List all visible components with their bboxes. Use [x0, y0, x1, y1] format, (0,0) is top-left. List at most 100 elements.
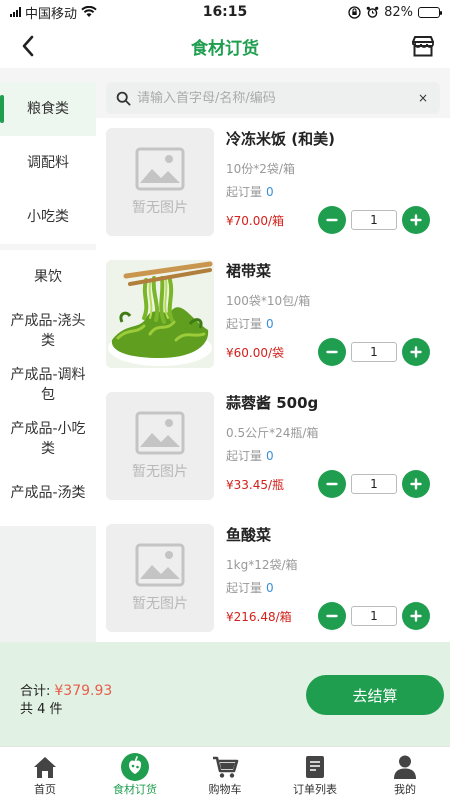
tab-cart[interactable]: 购物车 [180, 747, 270, 800]
search-bar: × [106, 82, 440, 114]
product-item: 裙带菜 100袋*10包/箱 起订量 0 ¥60.00/袋 1 [96, 252, 450, 384]
increase-button[interactable] [402, 206, 430, 234]
moq-value: 0 [266, 449, 274, 463]
quantity-input[interactable]: 1 [351, 342, 397, 362]
chevron-left-icon [22, 35, 34, 57]
category-item-finished-snacks[interactable]: 产成品-小吃类 [0, 412, 96, 466]
clear-search-button[interactable]: × [416, 91, 430, 105]
increase-button[interactable] [402, 602, 430, 630]
quantity-input[interactable]: 1 [351, 474, 397, 494]
checkout-button[interactable]: 去结算 [306, 675, 444, 715]
moq-value: 0 [266, 581, 274, 595]
carrier-name: 中国移动 [25, 6, 78, 22]
store-button[interactable] [408, 32, 438, 60]
home-icon [34, 757, 56, 778]
product-moq: 起订量 0 [226, 579, 274, 596]
moq-label: 起订量 [226, 449, 263, 463]
page-title: 食材订货 [191, 38, 259, 59]
tab-profile[interactable]: 我的 [360, 747, 450, 800]
moq-label: 起订量 [226, 581, 263, 595]
moq-label: 起订量 [226, 185, 263, 199]
user-icon [394, 755, 416, 779]
status-right: 82% [280, 4, 442, 20]
total-label: 合计: [20, 684, 51, 699]
order-total: 合计: ¥379.93 [20, 680, 112, 699]
search-icon [116, 91, 131, 105]
category-item-sauce-pack[interactable]: 产成品-调料包 [0, 358, 96, 412]
seaweed-photo [106, 260, 214, 368]
category-item-toppings[interactable]: 产成品-浇头类 [0, 304, 96, 358]
quantity-stepper: 1 [318, 602, 430, 630]
orientation-lock-icon [348, 5, 361, 19]
product-name: 鱼酸菜 [226, 526, 272, 544]
decrease-button[interactable] [318, 470, 346, 498]
tab-label: 我的 [394, 783, 416, 796]
product-item: 暂无图片 蒜蓉酱 500g 0.5公斤*24瓶/箱 起订量 0 ¥33.45/瓶 … [96, 384, 450, 516]
food-order-icon [121, 753, 149, 781]
tab-food-order[interactable]: 食材订货 [90, 747, 180, 800]
image-placeholder-icon [135, 411, 185, 455]
minus-icon [326, 482, 338, 486]
tab-home[interactable]: 首页 [0, 747, 90, 800]
category-label: 产成品-浇头类 [10, 313, 86, 349]
product-item: 暂无图片 鱼酸菜 1kg*12袋/箱 起订量 0 ¥216.48/箱 1 [96, 516, 450, 642]
quantity-stepper: 1 [318, 206, 430, 234]
bottom-tab-bar: 首页 食材订货 购物车 订单列表 我的 [0, 746, 450, 800]
order-list-icon [306, 756, 324, 778]
product-spec: 10份*2袋/箱 [226, 162, 295, 176]
product-name: 蒜蓉酱 500g [226, 394, 319, 412]
no-image-text: 暂无图片 [132, 596, 188, 612]
minus-icon [326, 218, 338, 222]
store-icon [412, 36, 434, 57]
category-item-seasoning[interactable]: 调配料 [0, 136, 96, 190]
battery-icon [418, 6, 442, 18]
search-input[interactable] [137, 90, 416, 106]
tab-order-list[interactable]: 订单列表 [270, 747, 360, 800]
category-label: 产成品-汤类 [10, 485, 86, 501]
product-image-placeholder: 暂无图片 [106, 392, 214, 500]
product-name: 裙带菜 [226, 262, 272, 280]
alarm-icon [366, 6, 379, 18]
category-item-soups[interactable]: 产成品-汤类 [0, 466, 96, 520]
decrease-button[interactable] [318, 602, 346, 630]
quantity-stepper: 1 [318, 338, 430, 366]
category-item-grain[interactable]: 粮食类 [0, 82, 96, 136]
increase-button[interactable] [402, 470, 430, 498]
decrease-button[interactable] [318, 206, 346, 234]
battery-percent: 82% [384, 4, 413, 20]
category-item-fruit-drinks[interactable]: 果饮 [0, 250, 96, 304]
checkout-bar: 合计: ¥379.93 共 4 件 去结算 [0, 642, 450, 746]
cart-icon [213, 756, 239, 778]
no-image-text: 暂无图片 [132, 200, 188, 216]
plus-icon [410, 478, 422, 490]
image-placeholder-icon [135, 543, 185, 587]
product-list: 暂无图片 冷冻米饭 (和美) 10份*2袋/箱 起订量0 ¥70.00/箱 1 [96, 118, 450, 642]
quantity-input[interactable]: 1 [351, 606, 397, 626]
status-left: 中国移动 [10, 3, 170, 22]
tab-label: 购物车 [208, 783, 242, 796]
product-item: 暂无图片 冷冻米饭 (和美) 10份*2袋/箱 起订量 0 ¥70.00/箱 1 [96, 120, 450, 252]
moq-value: 0 [266, 317, 274, 331]
total-amount: ¥379.93 [54, 683, 113, 699]
product-moq: 起订量 0 [226, 183, 274, 200]
increase-button[interactable] [402, 338, 430, 366]
product-moq: 起订量 0 [226, 315, 274, 332]
product-moq: 起订量 0 [226, 447, 274, 464]
moq-label: 起订量 [226, 317, 263, 331]
product-price: ¥70.00/箱 [226, 214, 285, 228]
tab-label: 订单列表 [293, 783, 337, 796]
category-item-snacks[interactable]: 小吃类 [0, 190, 96, 244]
product-spec: 100袋*10包/箱 [226, 294, 311, 308]
plus-icon [410, 346, 422, 358]
quantity-input[interactable]: 1 [351, 210, 397, 230]
product-image-placeholder: 暂无图片 [106, 128, 214, 236]
status-bar: 中国移动 16:15 82% [0, 0, 450, 24]
decrease-button[interactable] [318, 338, 346, 366]
quantity-stepper: 1 [318, 470, 430, 498]
minus-icon [326, 614, 338, 618]
back-button[interactable] [14, 32, 42, 60]
status-time: 16:15 [202, 4, 248, 20]
plus-icon [410, 610, 422, 622]
product-image [106, 260, 214, 368]
category-sidebar: 粮食类 调配料 小吃类 果饮 产成品-浇头类 产成品-调料包 产成品-小吃类 产… [0, 82, 96, 642]
